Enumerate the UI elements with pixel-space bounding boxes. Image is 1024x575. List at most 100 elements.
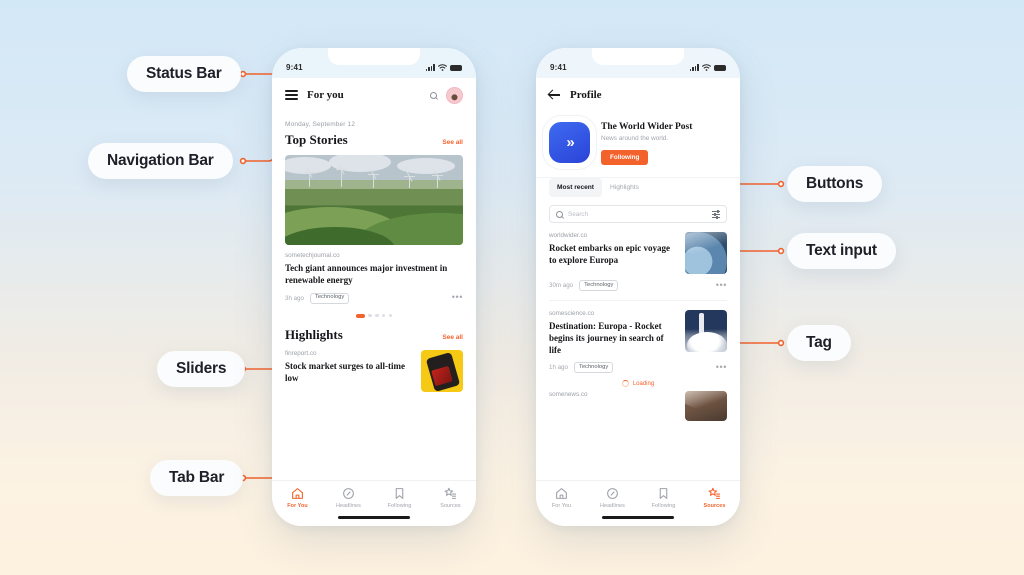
status-time: 9:41: [286, 63, 303, 72]
following-button[interactable]: Following: [601, 150, 649, 165]
article-tag[interactable]: Technology: [309, 292, 350, 304]
article-thumbnail-earth[interactable]: [685, 232, 727, 274]
back-arrow-icon[interactable]: [549, 89, 561, 101]
tab-for-you[interactable]: For You: [272, 487, 323, 509]
article-timestamp: 3h ago: [285, 294, 304, 302]
section-title-highlights: Highlights: [285, 326, 343, 342]
slider-dot-active[interactable]: [355, 313, 365, 318]
slider-dot[interactable]: [375, 314, 379, 318]
annotation-tag: Tag: [787, 325, 851, 361]
more-horizontal-icon[interactable]: •••: [452, 293, 463, 301]
article-headline[interactable]: Destination: Europa - Rocket begins its …: [549, 321, 676, 357]
spinner-icon: [621, 380, 629, 388]
star-list-icon: [444, 487, 457, 500]
more-horizontal-icon[interactable]: •••: [716, 281, 727, 289]
filter-sliders-icon[interactable]: [712, 210, 720, 219]
article-timestamp: 30m ago: [549, 281, 574, 289]
article-meta: 1h ago Technology •••: [536, 362, 740, 374]
battery-icon: [714, 65, 726, 71]
status-time: 9:41: [550, 63, 567, 72]
list-item[interactable]: somescience.co Destination: Europa - Roc…: [536, 301, 740, 357]
home-icon: [291, 487, 304, 500]
highlights-header: Highlights See all: [285, 327, 463, 343]
loading-indicator: Loading: [536, 380, 740, 388]
hamburger-icon[interactable]: [285, 90, 298, 100]
article-source: worldwider.co: [549, 232, 588, 239]
section-title-top-stories: Top Stories: [285, 132, 348, 147]
home-icon: [555, 487, 568, 500]
tab-label: Headlines: [336, 502, 361, 509]
tab-sources[interactable]: Sources: [689, 487, 740, 509]
avatar[interactable]: [446, 86, 463, 104]
tab-label: Sources: [703, 502, 726, 509]
annotation-navigation-bar: Navigation Bar: [88, 143, 233, 179]
see-all-top-stories[interactable]: See all: [442, 139, 463, 146]
article-timestamp: 1h ago: [549, 364, 568, 372]
annotation-status-bar: Status Bar: [127, 56, 241, 92]
slider-dot[interactable]: [382, 314, 386, 318]
article-thumbnail-rocket[interactable]: [685, 309, 727, 352]
wifi-icon: [702, 64, 711, 71]
tab-most-recent[interactable]: Most recent: [549, 178, 603, 197]
more-horizontal-icon[interactable]: •••: [716, 363, 727, 371]
article-headline[interactable]: Rocket embarks on epic voyage to explore…: [549, 243, 676, 267]
navigation-bar: For you: [272, 78, 476, 112]
list-item[interactable]: worldwider.co Rocket embarks on epic voy…: [536, 223, 740, 274]
list-item[interactable]: finreport.co Stock market surges to all-…: [285, 349, 463, 392]
tab-highlights[interactable]: Highlights: [602, 178, 647, 197]
hero-image-windfarm[interactable]: [285, 155, 463, 245]
tab-bar: For You Headlines Following Sources: [272, 480, 476, 526]
article-tag[interactable]: Technology: [579, 280, 619, 291]
loading-label: Loading: [632, 380, 655, 387]
feed-content: Monday, September 12 Top Stories See all…: [272, 121, 476, 392]
article-source: sometechjournal.co: [285, 252, 340, 259]
search-icon[interactable]: [430, 91, 437, 99]
navigation-bar: Profile: [536, 78, 740, 112]
notch: [592, 48, 684, 65]
annotation-text-input: Text input: [787, 233, 896, 269]
carousel-slider[interactable]: [285, 313, 463, 318]
tab-label: Sources: [440, 502, 461, 509]
tab-for-you[interactable]: For You: [536, 487, 587, 509]
home-indicator: [602, 515, 674, 519]
tab-headlines[interactable]: Headlines: [587, 487, 638, 509]
top-stories-header: Top Stories See all: [285, 132, 463, 148]
article-meta: 30m ago Technology •••: [536, 280, 740, 291]
date-label: Monday, September 12: [285, 121, 356, 128]
article-headline[interactable]: Stock market surges to all-time low: [285, 361, 413, 385]
slider-dot[interactable]: [388, 314, 393, 318]
tab-following[interactable]: Following: [374, 487, 425, 509]
tab-following[interactable]: Following: [638, 487, 689, 509]
home-indicator: [338, 515, 410, 519]
annotation-buttons: Buttons: [787, 166, 883, 202]
tab-label: Headlines: [600, 502, 625, 509]
article-source: somescience.co: [549, 309, 595, 317]
tab-sources[interactable]: Sources: [425, 487, 476, 509]
article-thumbnail-stock[interactable]: [421, 349, 463, 392]
search-section: Search: [536, 197, 740, 223]
article-tag[interactable]: Technology: [573, 362, 614, 374]
bookmark-icon: [657, 487, 670, 500]
tab-label: For You: [287, 502, 308, 509]
list-item[interactable]: somenews.co: [536, 387, 740, 422]
annotation-tab-bar: Tab Bar: [150, 460, 244, 496]
tab-headlines[interactable]: Headlines: [323, 487, 374, 509]
segmented-tabs: Most recent Highlights: [536, 177, 740, 197]
article-source: finreport.co: [285, 349, 317, 357]
bookmark-icon: [393, 487, 406, 500]
slider-dot[interactable]: [368, 314, 372, 318]
search-icon: [556, 210, 563, 218]
status-icons: [689, 64, 726, 71]
page-title: Profile: [570, 89, 602, 101]
profile-card: » The World Wider Post News around the w…: [536, 112, 740, 177]
search-placeholder: Search: [568, 210, 588, 218]
tab-bar: For You Headlines Following Sources: [536, 480, 740, 526]
phone-mockup-profile: 9:41 Profile » The World Wider Post News…: [536, 48, 740, 526]
article-thumbnail-next[interactable]: [685, 391, 727, 422]
see-all-highlights[interactable]: See all: [442, 334, 463, 341]
profile-name: The World Wider Post: [601, 122, 693, 132]
annotation-sliders: Sliders: [157, 351, 246, 387]
search-input[interactable]: Search: [549, 205, 727, 223]
article-headline[interactable]: Tech giant announces major investment in…: [285, 263, 463, 287]
compass-icon: [342, 487, 355, 500]
